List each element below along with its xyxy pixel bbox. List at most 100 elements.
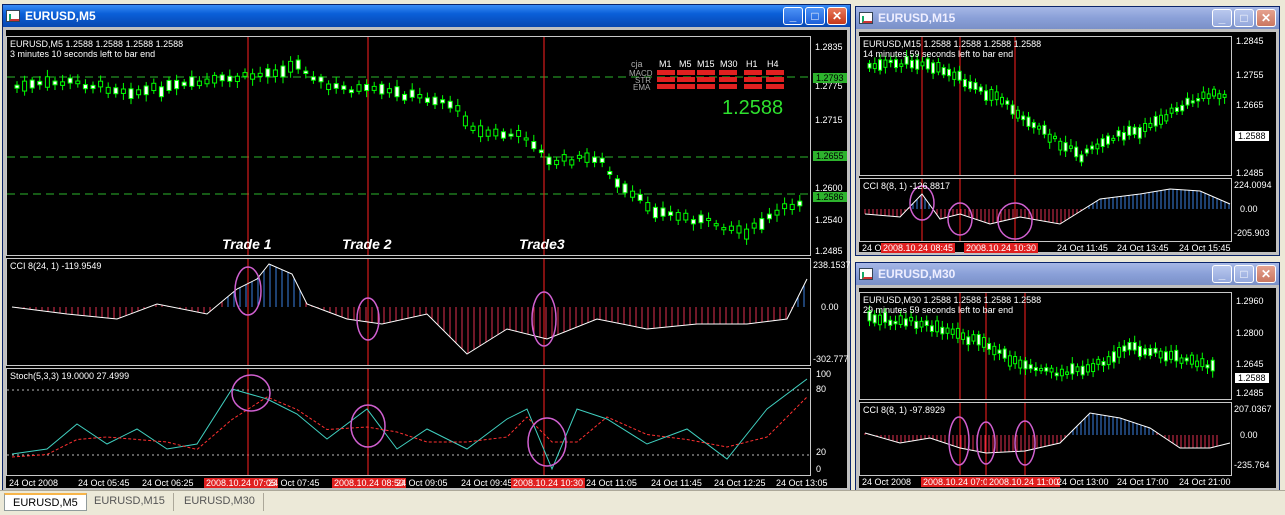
minimize-button[interactable]: _ bbox=[1212, 265, 1232, 283]
candle-body bbox=[1148, 122, 1153, 129]
candle-body bbox=[508, 133, 514, 137]
stochastic-pane[interactable]: Stoch(5,3,3) 19.0000 27.4999 bbox=[6, 368, 811, 476]
candle-body bbox=[371, 85, 377, 91]
chart-area[interactable]: EURUSD,M30 1.2588 1.2588 1.2588 1.2588 2… bbox=[859, 288, 1276, 488]
candle-body bbox=[1042, 124, 1047, 135]
price-pane[interactable]: EURUSD,M5 1.2588 1.2588 1.2588 1.2588 3 … bbox=[6, 36, 811, 256]
candle-body bbox=[1044, 367, 1049, 372]
cci-pane[interactable]: CCI 8(8, 1) -126.8817 bbox=[859, 178, 1232, 242]
price-scale[interactable]: 1.2960 1.2800 1.2645 1.2485 1.2588 bbox=[1232, 292, 1277, 400]
candle-body bbox=[1031, 122, 1036, 129]
cci-pane[interactable]: CCI 8(8, 1) -97.8929 bbox=[859, 402, 1232, 476]
signal-cell bbox=[766, 84, 784, 89]
candle-body bbox=[455, 105, 461, 112]
candle-body bbox=[914, 320, 919, 329]
level-tag: 1.2586 bbox=[813, 192, 847, 202]
candle-body bbox=[1075, 366, 1080, 373]
candle-body bbox=[782, 203, 788, 210]
chart-area[interactable]: EURUSD,M15 1.2588 1.2588 1.2588 1.2588 1… bbox=[859, 32, 1277, 253]
title-bar[interactable]: EURUSD,M5 _ □ ✕ bbox=[3, 5, 850, 27]
window-eurusd-m5[interactable]: EURUSD,M5 _ □ ✕ EURUSD,M5 1.2588 1.2588 … bbox=[2, 4, 851, 492]
candle-body bbox=[978, 86, 983, 92]
candle-body bbox=[174, 79, 180, 90]
tab-eurusd-m5[interactable]: EURUSD,M5 bbox=[4, 493, 87, 511]
candle-body bbox=[1018, 359, 1023, 369]
tab-eurusd-m30[interactable]: EURUSD,M30 bbox=[176, 493, 264, 511]
signal-cell bbox=[677, 77, 695, 82]
candle-body bbox=[1068, 145, 1073, 149]
signal-cell bbox=[744, 77, 762, 82]
candle-body bbox=[288, 60, 294, 73]
candle-body bbox=[1148, 348, 1153, 357]
candle-body bbox=[204, 78, 210, 85]
candle-body bbox=[1185, 97, 1190, 106]
candle-body bbox=[992, 345, 997, 356]
signal-cell bbox=[697, 84, 715, 89]
maximize-button[interactable]: □ bbox=[805, 7, 825, 25]
candle-body bbox=[257, 72, 263, 77]
signal-cell bbox=[766, 77, 784, 82]
window-title: EURUSD,M15 bbox=[878, 11, 956, 25]
tab-eurusd-m15[interactable]: EURUSD,M15 bbox=[86, 493, 174, 511]
signal-cell bbox=[744, 84, 762, 89]
price-pane[interactable]: EURUSD,M30 1.2588 1.2588 1.2588 1.2588 2… bbox=[859, 292, 1232, 400]
candle-body bbox=[894, 59, 898, 69]
candle-body bbox=[1164, 114, 1169, 122]
candle-body bbox=[898, 315, 903, 325]
candle-body bbox=[1095, 143, 1100, 150]
chart-window-icon bbox=[859, 268, 873, 280]
candle-body bbox=[660, 207, 666, 217]
trade-label: Trade3 bbox=[519, 236, 565, 252]
candle-body bbox=[136, 89, 142, 96]
candle-body bbox=[968, 81, 973, 90]
window-eurusd-m15[interactable]: EURUSD,M15 _ □ ✕ EURUSD,M15 1.2588 1.258… bbox=[855, 6, 1280, 256]
cci-scale: 224.0094 0.00 -205.903 bbox=[1234, 180, 1272, 238]
candle-body bbox=[318, 76, 324, 83]
candle-body bbox=[1010, 104, 1015, 115]
price-pane[interactable]: EURUSD,M15 1.2588 1.2588 1.2588 1.2588 1… bbox=[859, 36, 1232, 176]
signal-cell bbox=[697, 70, 715, 75]
candle-body bbox=[929, 325, 934, 332]
candle-body bbox=[326, 83, 332, 91]
candle-body bbox=[957, 70, 962, 81]
maximize-button[interactable]: □ bbox=[1234, 9, 1254, 27]
candle-body bbox=[652, 206, 658, 219]
candle-body bbox=[1100, 138, 1105, 148]
candle-body bbox=[989, 88, 994, 101]
candle-body bbox=[1111, 351, 1116, 363]
candle-body bbox=[105, 86, 111, 94]
close-button[interactable]: ✕ bbox=[827, 7, 847, 25]
candle-body bbox=[181, 81, 187, 87]
candle-body bbox=[872, 314, 877, 324]
candle-body bbox=[1084, 148, 1089, 154]
candle-body bbox=[1222, 93, 1227, 98]
close-button[interactable]: ✕ bbox=[1256, 9, 1276, 27]
cci-pane[interactable]: CCI 8(24, 1) -119.9549 bbox=[6, 258, 811, 366]
title-bar[interactable]: EURUSD,M15 _ □ ✕ bbox=[856, 7, 1279, 29]
candle-body bbox=[158, 86, 164, 98]
title-bar[interactable]: EURUSD,M30 _ □ ✕ bbox=[856, 263, 1279, 285]
chart-area[interactable]: EURUSD,M5 1.2588 1.2588 1.2588 1.2588 3 … bbox=[6, 30, 851, 488]
candle-body bbox=[931, 62, 936, 74]
close-button[interactable]: ✕ bbox=[1256, 265, 1276, 283]
price-scale[interactable]: 1.2845 1.2755 1.2665 1.2485 1.2588 bbox=[1232, 36, 1277, 178]
candle-body bbox=[1117, 346, 1122, 358]
minimize-button[interactable]: _ bbox=[1212, 9, 1232, 27]
candle-body bbox=[1106, 135, 1110, 145]
window-eurusd-m30[interactable]: EURUSD,M30 _ □ ✕ EURUSD,M30 1.2588 1.258… bbox=[855, 262, 1280, 492]
candle-body bbox=[1049, 367, 1054, 373]
candle-body bbox=[386, 88, 392, 94]
maximize-button[interactable]: □ bbox=[1234, 265, 1254, 283]
candle-body bbox=[1039, 367, 1044, 372]
candle-body bbox=[607, 170, 613, 175]
candle-body bbox=[52, 80, 58, 86]
price-scale[interactable]: 1.2835 1.2775 1.2715 1.2600 1.2540 1.248… bbox=[811, 36, 851, 256]
candle-body bbox=[424, 97, 430, 103]
candle-body bbox=[516, 130, 522, 137]
stoch-scale: 100 80 20 0 bbox=[816, 369, 832, 474]
candle-body bbox=[82, 84, 88, 90]
candle-body bbox=[919, 320, 924, 328]
candle-body bbox=[379, 83, 385, 95]
minimize-button[interactable]: _ bbox=[783, 7, 803, 25]
candle-body bbox=[903, 318, 908, 327]
